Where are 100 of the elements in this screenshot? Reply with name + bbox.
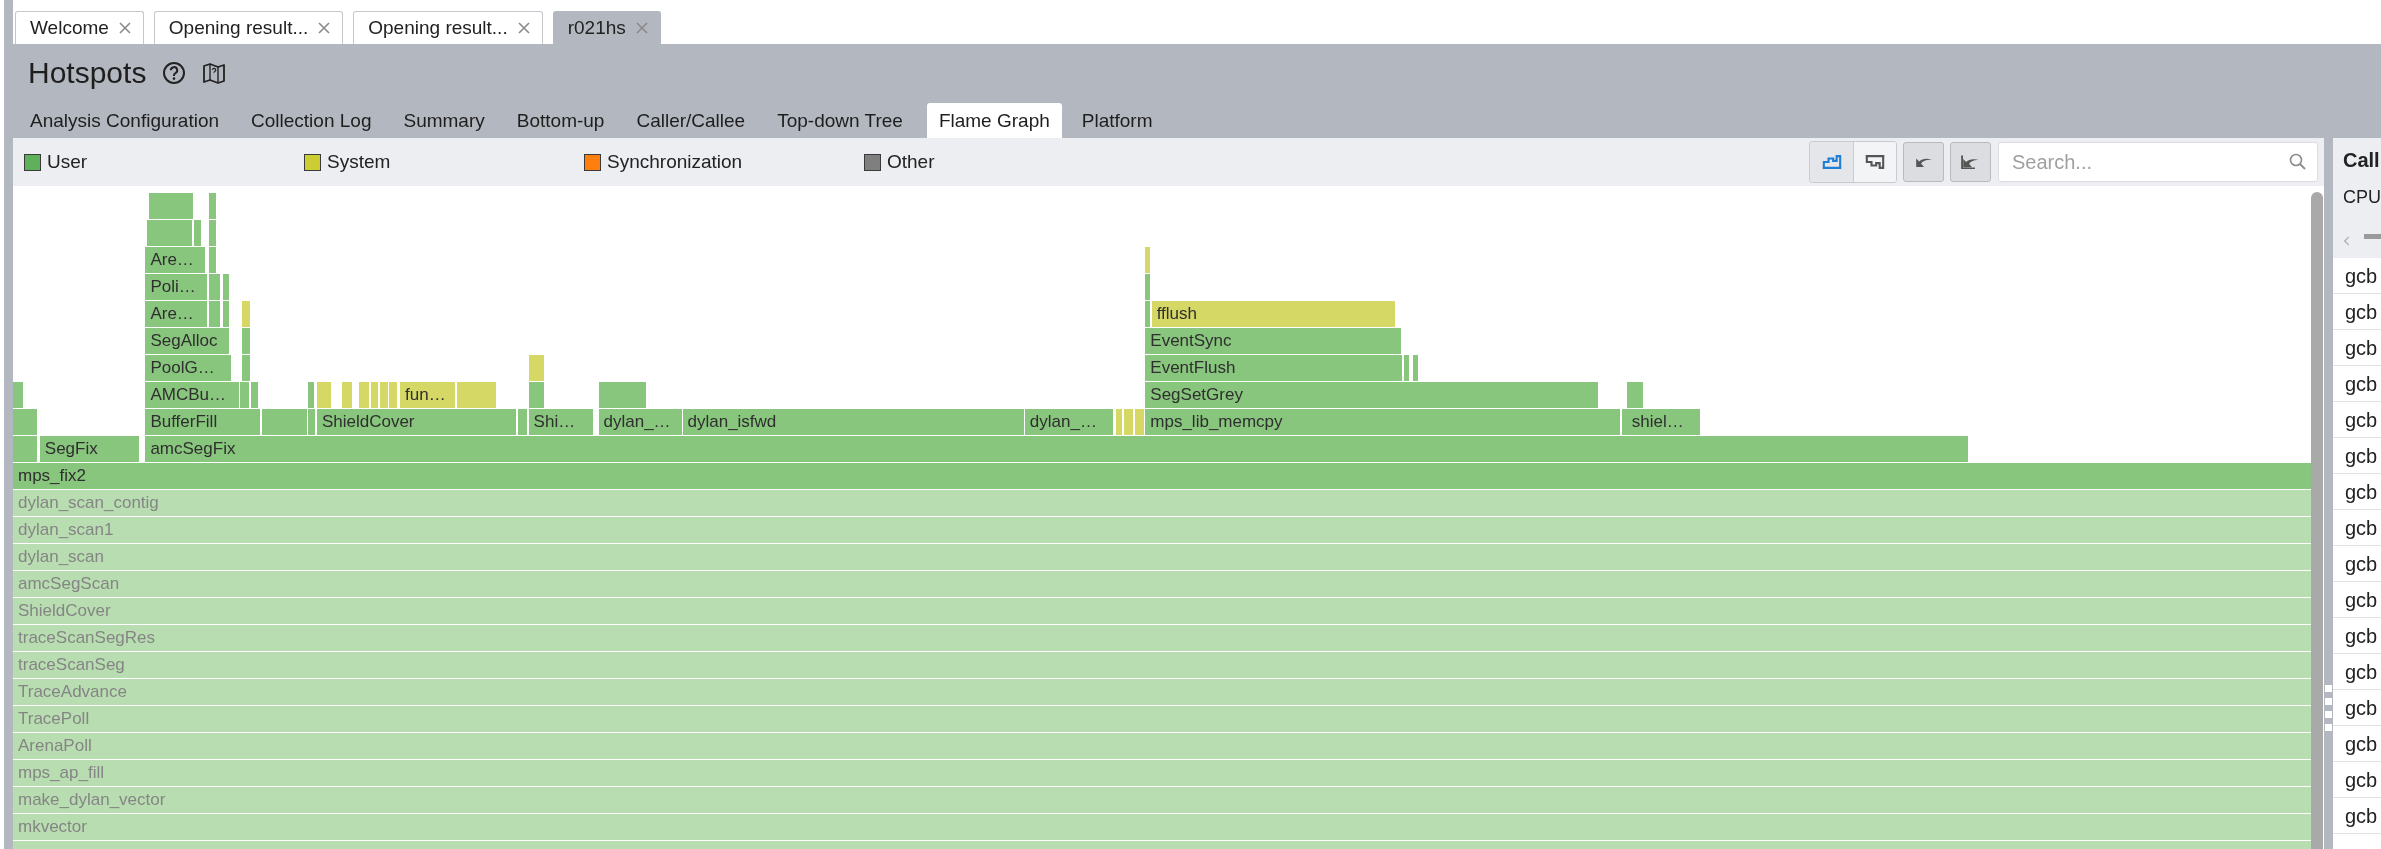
- flame-chart-icon: [1820, 155, 1843, 169]
- document-tab[interactable]: r021hs: [552, 11, 661, 44]
- close-icon: [517, 22, 530, 34]
- table-cell: gcb: [2333, 330, 2381, 366]
- table-cell: gcb: [2333, 366, 2381, 402]
- flame-frame[interactable]: [193, 219, 201, 246]
- table-cell: gcb: [2333, 510, 2381, 546]
- flame-frame[interactable]: dylan_…: [598, 408, 682, 435]
- flame-frame[interactable]: [13, 408, 38, 435]
- flame-frame[interactable]: [240, 381, 249, 408]
- flame-frame[interactable]: [1145, 300, 1151, 327]
- flame-frame[interactable]: [208, 246, 216, 273]
- flame-frame[interactable]: [208, 273, 220, 300]
- table-cell: gcb: [2333, 474, 2381, 510]
- flame-frame[interactable]: Are…: [145, 246, 206, 273]
- toolbar-button[interactable]: [1903, 142, 1944, 182]
- splitter[interactable]: [2324, 138, 2333, 849]
- flame-frame[interactable]: [13, 381, 23, 408]
- table-cell: gcb: [2333, 618, 2381, 654]
- search-field[interactable]: Search...: [1998, 142, 2318, 182]
- flame-frame[interactable]: [250, 381, 259, 408]
- flame-frame[interactable]: shiel…: [1626, 408, 1700, 435]
- view-tab[interactable]: Analysis Configuration: [14, 103, 236, 138]
- view-tab[interactable]: Bottom-up: [500, 103, 621, 138]
- flame-frame[interactable]: [456, 381, 496, 408]
- scrollbar-thumb[interactable]: [2364, 234, 2381, 239]
- flame-frame[interactable]: SegFix: [39, 435, 140, 462]
- flame-frame[interactable]: amcSegFix: [145, 435, 1969, 462]
- view-tab[interactable]: Summary: [387, 103, 501, 138]
- flame-frame[interactable]: [517, 408, 527, 435]
- flame-frame[interactable]: EventFlush: [1145, 354, 1403, 381]
- flame-frame[interactable]: [222, 300, 229, 327]
- document-tab[interactable]: Welcome: [15, 11, 144, 44]
- flame-frame[interactable]: Are…: [145, 300, 208, 327]
- flame-frame[interactable]: [358, 381, 370, 408]
- flame-frame[interactable]: [242, 354, 250, 381]
- flame-frame[interactable]: [1145, 246, 1151, 273]
- flame-frame[interactable]: [380, 381, 388, 408]
- flame-frame[interactable]: fflush: [1151, 300, 1395, 327]
- view-tab[interactable]: Flame Graph: [926, 103, 1062, 138]
- view-tab[interactable]: Collection Log: [235, 103, 388, 138]
- flame-frame[interactable]: SegAlloc: [145, 327, 229, 354]
- view-tab[interactable]: Top-down Tree: [761, 103, 919, 138]
- toolbar-button[interactable]: [1950, 142, 1991, 182]
- flame-frame[interactable]: Poli…: [145, 273, 208, 300]
- flame-frame[interactable]: [208, 300, 220, 327]
- close-icon: [318, 22, 331, 34]
- flame-frame[interactable]: SegSetGrey: [1145, 381, 1599, 408]
- flame-frame[interactable]: BufferFill: [145, 408, 260, 435]
- flame-frame[interactable]: [1621, 408, 1627, 435]
- document-tab[interactable]: Opening result...: [353, 11, 543, 44]
- legend-label: Synchronization: [607, 151, 743, 173]
- flame-frame[interactable]: [149, 192, 193, 219]
- close-icon: [118, 22, 131, 34]
- flame-frame[interactable]: [222, 273, 229, 300]
- flame-frame[interactable]: ShieldCover: [316, 408, 516, 435]
- flame-frame[interactable]: [528, 381, 545, 408]
- flame-frame[interactable]: [308, 381, 314, 408]
- flame-frame[interactable]: [316, 381, 331, 408]
- flame-frame[interactable]: [371, 381, 378, 408]
- flame-frame[interactable]: [528, 354, 545, 381]
- flame-frame[interactable]: mps_fix2: [13, 462, 2311, 489]
- flame-frame[interactable]: [242, 327, 250, 354]
- flame-frame[interactable]: PoolG…: [145, 354, 231, 381]
- table-cell: gcb: [2333, 582, 2381, 618]
- flame-frame[interactable]: [389, 381, 397, 408]
- document-tab[interactable]: Opening result...: [153, 11, 344, 44]
- scrollbar[interactable]: [2311, 192, 2323, 849]
- legend-label: Other: [887, 151, 935, 173]
- close-icon: [635, 22, 648, 34]
- flame-frame[interactable]: [208, 219, 216, 246]
- flame-frame[interactable]: dylan_isfwd: [682, 408, 1024, 435]
- flame-frame[interactable]: [1404, 354, 1410, 381]
- flame-frame[interactable]: Shi…: [528, 408, 593, 435]
- table-cell: gcb: [2333, 690, 2381, 726]
- flame-frame[interactable]: [261, 408, 307, 435]
- view-toggle-button[interactable]: [1810, 142, 1853, 182]
- flame-frame[interactable]: dylan_…: [1024, 408, 1113, 435]
- flame-frame[interactable]: [1626, 381, 1643, 408]
- flame-frame[interactable]: [598, 381, 646, 408]
- flame-frame[interactable]: [1135, 408, 1144, 435]
- flame-frame[interactable]: EventSync: [1145, 327, 1401, 354]
- flame-frame[interactable]: [1116, 408, 1122, 435]
- view-tab[interactable]: Caller/Callee: [620, 103, 762, 138]
- view-toggle-button[interactable]: [1853, 142, 1896, 182]
- flame-frame[interactable]: mps_lib_memcpy: [1145, 408, 1620, 435]
- flame-frame[interactable]: [1412, 354, 1418, 381]
- panel-title: Call: [2343, 149, 2381, 173]
- flame-frame[interactable]: [308, 408, 315, 435]
- flame-frame[interactable]: [1145, 273, 1151, 300]
- view-tab[interactable]: Platform: [1065, 103, 1169, 138]
- flame-frame[interactable]: [208, 192, 216, 219]
- flame-frame[interactable]: [242, 300, 250, 327]
- flame-frame[interactable]: [13, 435, 38, 462]
- flame-frame[interactable]: [147, 219, 193, 246]
- flame-frame[interactable]: [341, 381, 352, 408]
- flame-frame[interactable]: [1124, 408, 1134, 435]
- flame-frame[interactable]: fun…: [400, 381, 456, 408]
- map-icon: [202, 61, 227, 85]
- flame-frame[interactable]: AMCBu…: [145, 381, 239, 408]
